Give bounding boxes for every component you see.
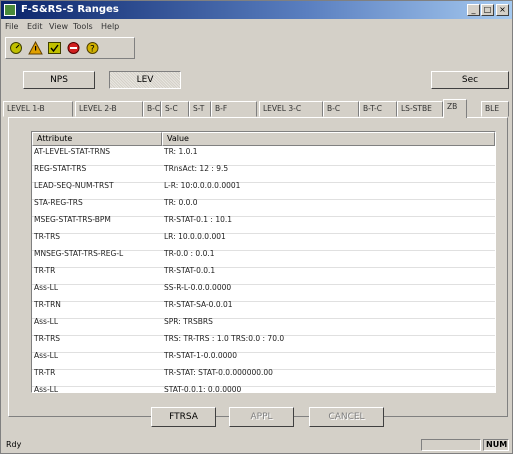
row-value: SS-R-L-0.0.0.0000: [164, 284, 232, 292]
check-icon[interactable]: [47, 41, 62, 55]
menu-view[interactable]: View: [49, 22, 68, 31]
tab-11[interactable]: BLE: [481, 101, 509, 117]
row-attribute: TR-TR: [34, 267, 56, 275]
table-row[interactable]: Ass-LL TR-STAT-1-0.0.0000: [32, 352, 495, 370]
tab-0[interactable]: LEVEL 1-B: [3, 101, 73, 117]
row-attribute: Ass-LL: [34, 318, 59, 326]
row-value: TR-0.0 : 0.0.1: [164, 250, 215, 258]
cancel-button[interactable]: CANCEL: [309, 407, 384, 427]
warning-icon[interactable]: [28, 41, 43, 55]
row-attribute: TR-TRN: [34, 301, 61, 309]
row-value: TRS: TR-TRS : 1.0 TRS:0.0 : 70.0: [164, 335, 285, 343]
menu-file[interactable]: File: [5, 22, 18, 31]
minimize-button[interactable]: _: [467, 4, 480, 16]
status-bar: Rdy NUM: [1, 437, 512, 453]
status-pane: [421, 439, 481, 451]
menu-bar: File Edit View Tools Help: [1, 20, 512, 34]
tab-1[interactable]: LEVEL 2-B: [75, 101, 143, 117]
row-value: TR: 1.0.1: [164, 148, 198, 156]
tab-2[interactable]: B-C: [143, 101, 161, 117]
row-attribute: MSEG-STAT-TRS-BPM: [34, 216, 111, 224]
toolbar: ?: [5, 37, 135, 59]
app-window: F-S&RS-S Ranges _ □ × File Edit View Too…: [0, 0, 513, 454]
menu-edit[interactable]: Edit: [27, 22, 43, 31]
window-title: F-S&RS-S Ranges: [21, 4, 119, 15]
tab-9[interactable]: LS-STBE: [397, 101, 443, 117]
row-value: TRnsAct: 12 : 9.5: [164, 165, 229, 173]
table-row[interactable]: TR-TR TR-STAT: STAT-0.0.000000.00: [32, 369, 495, 387]
attribute-list[interactable]: Attribute Value AT-LEVEL-STAT-TRNS TR: 1.…: [31, 131, 496, 393]
row-attribute: MNSEG-STAT-TRS-REG-L: [34, 250, 124, 258]
status-text: Rdy: [6, 440, 22, 449]
table-row[interactable]: Ass-LL SS-R-L-0.0.0.0000: [32, 284, 495, 302]
title-bar[interactable]: F-S&RS-S Ranges _ □ ×: [1, 1, 512, 19]
tab-10[interactable]: ZB: [443, 99, 467, 118]
sec-button[interactable]: Sec: [431, 71, 509, 89]
row-attribute: STA-REG-TRS: [34, 199, 83, 207]
status-num: NUM: [483, 439, 509, 451]
apply-button[interactable]: APPL: [229, 407, 294, 427]
help-icon[interactable]: ?: [85, 41, 100, 55]
row-attribute: TR-TRS: [34, 335, 61, 343]
maximize-button[interactable]: □: [481, 4, 494, 16]
tab-5[interactable]: B-F: [211, 101, 257, 117]
menu-help[interactable]: Help: [101, 22, 119, 31]
table-row[interactable]: TR-TRS LR: 10.0.0.0.001: [32, 233, 495, 251]
ok-button[interactable]: FTRSA: [151, 407, 216, 427]
table-row[interactable]: Ass-LL STAT-0.0.1: 0.0.0000: [32, 386, 495, 393]
table-row[interactable]: TR-TRN TR-STAT-SA-0.0.01: [32, 301, 495, 319]
lev-button[interactable]: LEV: [109, 71, 181, 89]
table-row[interactable]: REG-STAT-TRS TRnsAct: 12 : 9.5: [32, 165, 495, 183]
row-value: TR-STAT-1-0.0.0000: [164, 352, 237, 360]
dial-icon[interactable]: [9, 41, 24, 55]
tab-4[interactable]: S-T: [189, 101, 211, 117]
row-value: STAT-0.0.1: 0.0.0000: [164, 386, 242, 393]
tab-strip: LEVEL 1-B LEVEL 2-B B-C S-C S-T B-F LEVE…: [3, 99, 511, 118]
tab-3[interactable]: S-C: [161, 101, 189, 117]
table-row[interactable]: TR-TR TR-STAT-0.0.1: [32, 267, 495, 285]
row-value: TR-STAT: STAT-0.0.000000.00: [164, 369, 273, 377]
row-value: TR-STAT-0.1 : 10.1: [164, 216, 233, 224]
tab-6[interactable]: LEVEL 3-C: [259, 101, 323, 117]
table-row[interactable]: MSEG-STAT-TRS-BPM TR-STAT-0.1 : 10.1: [32, 216, 495, 234]
column-header-value[interactable]: Value: [162, 132, 495, 146]
table-row[interactable]: Ass-LL SPR: TRSBRS: [32, 318, 495, 336]
row-attribute: REG-STAT-TRS: [34, 165, 87, 173]
table-row[interactable]: MNSEG-STAT-TRS-REG-L TR-0.0 : 0.0.1: [32, 250, 495, 268]
row-attribute: TR-TR: [34, 369, 56, 377]
close-button[interactable]: ×: [496, 4, 509, 16]
row-attribute: LEAD-SEQ-NUM-TRST: [34, 182, 114, 190]
row-value: L-R: 10:0.0.0.0.0001: [164, 182, 241, 190]
row-value: TR: 0.0.0: [164, 199, 198, 207]
svg-text:?: ?: [90, 45, 95, 55]
row-value: SPR: TRSBRS: [164, 318, 213, 326]
row-attribute: Ass-LL: [34, 284, 59, 292]
row-value: TR-STAT-0.0.1: [164, 267, 216, 275]
menu-tools[interactable]: Tools: [73, 22, 93, 31]
nps-button[interactable]: NPS: [23, 71, 95, 89]
stop-icon[interactable]: [66, 41, 81, 55]
tab-7[interactable]: B-C: [323, 101, 359, 117]
row-attribute: Ass-LL: [34, 352, 59, 360]
row-attribute: TR-TRS: [34, 233, 61, 241]
table-row[interactable]: LEAD-SEQ-NUM-TRST L-R: 10:0.0.0.0.0001: [32, 182, 495, 200]
app-icon: [4, 4, 16, 16]
table-row[interactable]: AT-LEVEL-STAT-TRNS TR: 1.0.1: [32, 148, 495, 166]
list-header: Attribute Value: [32, 132, 495, 146]
row-value: LR: 10.0.0.0.001: [164, 233, 226, 241]
table-row[interactable]: STA-REG-TRS TR: 0.0.0: [32, 199, 495, 217]
table-row[interactable]: TR-TRS TRS: TR-TRS : 1.0 TRS:0.0 : 70.0: [32, 335, 495, 353]
tab-8[interactable]: B-T-C: [359, 101, 397, 117]
column-header-attribute[interactable]: Attribute: [32, 132, 162, 146]
row-value: TR-STAT-SA-0.0.01: [164, 301, 233, 309]
row-attribute: Ass-LL: [34, 386, 59, 393]
row-attribute: AT-LEVEL-STAT-TRNS: [34, 148, 111, 156]
